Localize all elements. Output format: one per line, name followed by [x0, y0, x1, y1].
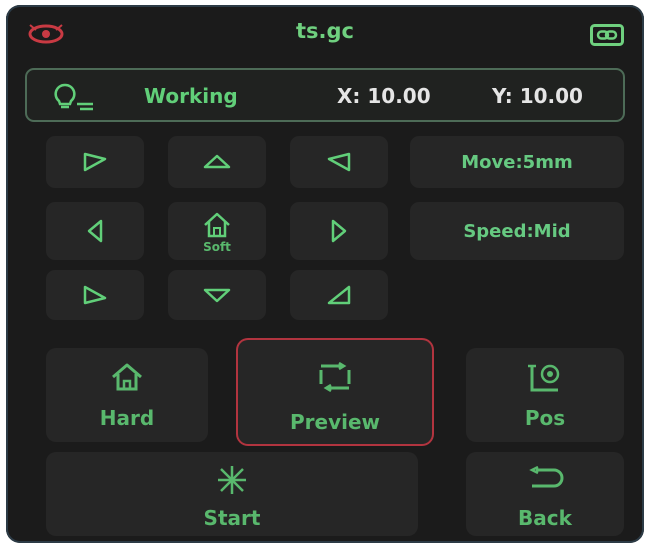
arrow-up-left-icon — [83, 152, 107, 172]
home-soft-icon — [204, 212, 230, 238]
x-position: X: 10.00 — [337, 84, 431, 108]
status-bar: Working X: 10.00 Y: 10.00 — [25, 68, 625, 122]
hard-label: Hard — [99, 406, 155, 430]
file-title: ts.gc — [296, 19, 354, 43]
home-soft-button[interactable]: Soft — [168, 202, 266, 260]
link-icon[interactable] — [590, 24, 624, 46]
arrow-down-left-icon — [83, 285, 107, 305]
home-hard-button[interactable]: Hard — [46, 348, 208, 442]
home-icon — [112, 363, 142, 391]
move-step-label: Move:5mm — [461, 151, 573, 173]
jog-left-button[interactable] — [46, 202, 144, 260]
speed-label: Speed:Mid — [463, 220, 571, 242]
start-button[interactable]: Start — [46, 452, 418, 536]
jog-down-button[interactable] — [168, 270, 266, 320]
soft-label: Soft — [203, 240, 231, 254]
jog-down-right-button[interactable] — [290, 270, 388, 320]
machine-state: Working — [144, 84, 238, 108]
arrow-down-right-icon — [327, 285, 351, 305]
jog-up-right-button[interactable] — [290, 136, 388, 188]
move-step-button[interactable]: Move:5mm — [410, 136, 624, 188]
position-target-icon — [528, 364, 560, 392]
position-button[interactable]: Pos — [466, 348, 624, 442]
arrow-left-icon — [87, 219, 103, 243]
jog-right-button[interactable] — [290, 202, 388, 260]
preview-frame-icon — [319, 362, 351, 392]
jog-up-button[interactable] — [168, 136, 266, 188]
back-label: Back — [518, 506, 572, 530]
arrow-up-right-icon — [327, 152, 351, 172]
jog-down-left-button[interactable] — [46, 270, 144, 320]
jog-up-left-button[interactable] — [46, 136, 144, 188]
bulb-icon — [54, 83, 93, 111]
arrow-down-icon — [203, 288, 231, 303]
y-position: Y: 10.00 — [492, 84, 583, 108]
preview-label: Preview — [289, 410, 381, 434]
arrow-right-icon — [331, 219, 347, 243]
device-panel: ts.gc Working X: 10.00 Y: 10.00 Move:5mm… — [6, 5, 644, 543]
start-label: Start — [203, 506, 261, 530]
back-button[interactable]: Back — [466, 452, 624, 536]
preview-button[interactable]: Preview — [238, 340, 432, 444]
top-bar: ts.gc — [6, 5, 644, 61]
laser-burst-icon — [218, 466, 246, 494]
back-arrow-icon — [529, 466, 564, 488]
pos-label: Pos — [524, 406, 566, 430]
speed-button[interactable]: Speed:Mid — [410, 202, 624, 260]
arrow-up-icon — [203, 154, 231, 169]
